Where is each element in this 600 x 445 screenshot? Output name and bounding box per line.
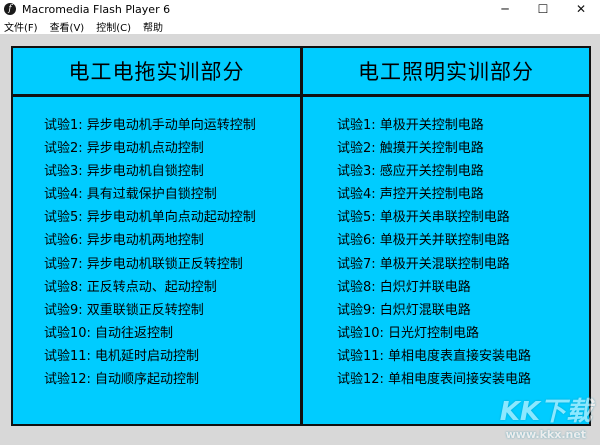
left-item-9[interactable]: 试验9: 双重联锁正反转控制 [44,299,256,322]
right-item-7[interactable]: 试验7: 单极开关混联控制电路 [337,253,531,276]
menu-help[interactable]: 帮助 [143,19,163,34]
right-experiment-list: 试验1: 单极开关控制电路 试验2: 触摸开关控制电路 试验3: 感应开关控制电… [337,114,531,391]
right-item-6[interactable]: 试验6: 单极开关并联控制电路 [337,229,531,252]
menu-control[interactable]: 控制(C) [96,19,131,34]
menu-file[interactable]: 文件(F) [4,19,38,34]
right-item-10[interactable]: 试验10: 日光灯控制电路 [337,322,531,345]
minimize-button[interactable]: ─ [486,0,524,18]
flash-icon: f [4,3,16,15]
right-item-12[interactable]: 试验12: 单相电度表间接安装电路 [337,368,531,391]
left-item-10[interactable]: 试验10: 自动往返控制 [44,322,256,345]
right-item-3[interactable]: 试验3: 感应开关控制电路 [337,160,531,183]
left-item-7[interactable]: 试验7: 异步电动机联锁正反转控制 [44,253,256,276]
right-item-1[interactable]: 试验1: 单极开关控制电路 [337,114,531,137]
left-item-8[interactable]: 试验8: 正反转点动、起动控制 [44,276,256,299]
left-item-6[interactable]: 试验6: 异步电动机两地控制 [44,229,256,252]
left-item-12[interactable]: 试验12: 自动顺序起动控制 [44,368,256,391]
close-button[interactable]: ✕ [562,0,600,18]
column-divider [300,48,303,424]
menu-view[interactable]: 查看(V) [50,19,85,34]
left-item-11[interactable]: 试验11: 电机延时启动控制 [44,345,256,368]
watermark-logo: KK下载 [499,397,592,427]
title-bar: f Macromedia Flash Player 6 ─ ☐ ✕ [0,0,600,18]
left-item-1[interactable]: 试验1: 异步电动机手动单向运转控制 [44,114,256,137]
right-item-2[interactable]: 试验2: 触摸开关控制电路 [337,137,531,160]
menu-bar: 文件(F) 查看(V) 控制(C) 帮助 [0,18,600,34]
left-item-3[interactable]: 试验3: 异步电动机自锁控制 [44,160,256,183]
right-item-5[interactable]: 试验5: 单极开关串联控制电路 [337,206,531,229]
watermark-url: www.kkx.net [505,428,587,441]
window-title: Macromedia Flash Player 6 [22,2,171,16]
right-item-11[interactable]: 试验11: 单相电度表直接安装电路 [337,345,531,368]
left-item-2[interactable]: 试验2: 异步电动机点动控制 [44,137,256,160]
watermark: KK下载 www.kkx.net [500,391,592,441]
left-item-5[interactable]: 试验5: 异步电动机单向点动起动控制 [44,206,256,229]
window-controls: ─ ☐ ✕ [486,0,600,18]
right-item-4[interactable]: 试验4: 声控开关控制电路 [337,183,531,206]
right-item-8[interactable]: 试验8: 白炽灯并联电路 [337,276,531,299]
flash-stage: 电工电拖实训部分 电工照明实训部分 试验1: 异步电动机手动单向运转控制 试验2… [0,34,600,445]
maximize-button[interactable]: ☐ [524,0,562,18]
heading-right: 电工照明实训部分 [358,60,534,84]
left-experiment-list: 试验1: 异步电动机手动单向运转控制 试验2: 异步电动机点动控制 试验3: 异… [44,114,256,391]
experiment-panel: 电工电拖实训部分 电工照明实训部分 试验1: 异步电动机手动单向运转控制 试验2… [11,46,591,426]
heading-left: 电工电拖实训部分 [68,60,245,84]
left-item-4[interactable]: 试验4: 具有过载保护自锁控制 [44,183,256,206]
right-item-9[interactable]: 试验9: 白炽灯混联电路 [337,299,531,322]
